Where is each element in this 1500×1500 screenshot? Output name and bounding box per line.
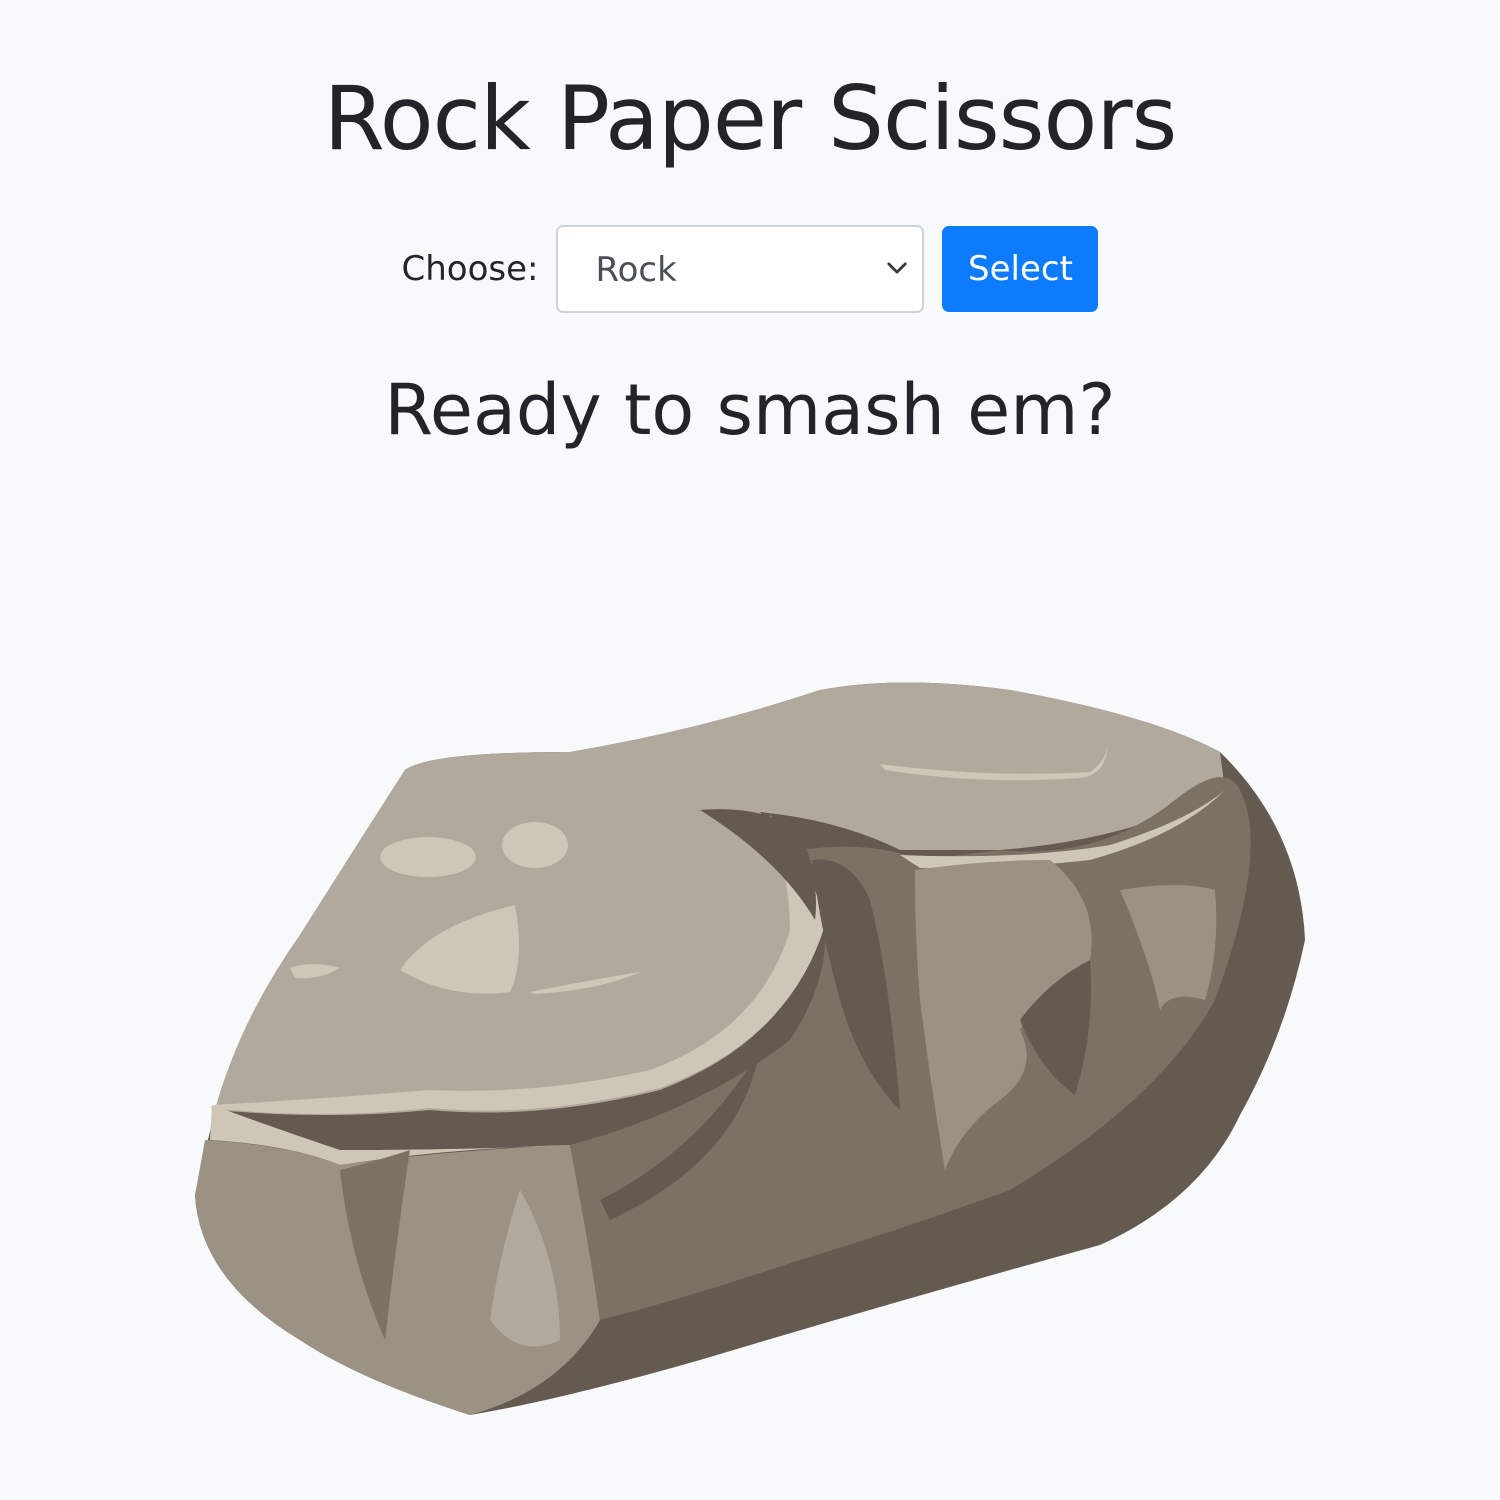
choice-select-value: Rock [595,250,677,290]
prompt-heading: Ready to smash em? [384,369,1116,451]
choice-controls: Choose: Rock Select [0,224,1500,314]
page-title: Rock Paper Scissors [323,67,1178,170]
choose-label: Choose: [401,249,539,289]
rock-image [195,682,1305,1415]
chevron-down-icon [887,262,908,274]
game-page: Rock Paper Scissors Choose: Rock Select … [0,0,1500,1500]
select-button[interactable]: Select [942,226,1099,312]
choice-select[interactable]: Rock [556,225,925,313]
